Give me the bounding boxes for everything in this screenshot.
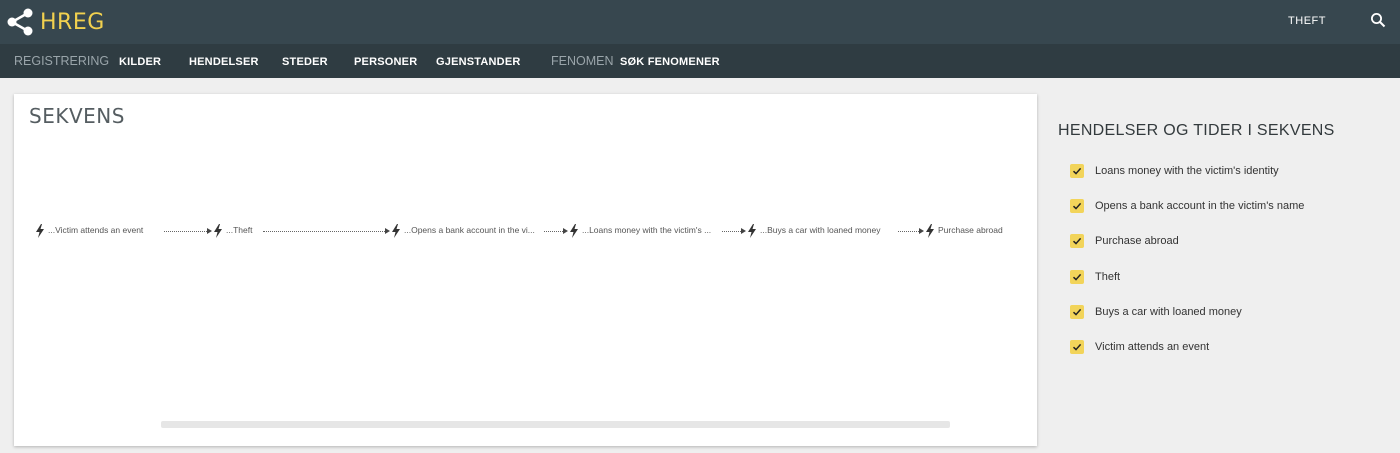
timeline-event-label[interactable]: ...Theft	[226, 225, 252, 235]
timeline-event-label[interactable]: Purchase abroad	[938, 225, 1003, 235]
event-label: Theft	[1095, 270, 1121, 283]
event-bolt-icon[interactable]	[925, 224, 935, 243]
timeline-event-label[interactable]: ...Victim attends an event	[48, 225, 143, 235]
app-title: HREG	[40, 9, 105, 35]
timeline-arrowhead	[919, 228, 924, 234]
timeline-event-label[interactable]: ...Loans money with the victim's ...	[582, 225, 711, 235]
timeline-arrowhead	[741, 228, 746, 234]
nav-group-registrering: REGISTRERING	[14, 54, 110, 68]
timeline-event-label[interactable]: ...Buys a car with loaned money	[760, 225, 880, 235]
event-label: Opens a bank account in the victim's nam…	[1095, 200, 1305, 213]
timeline-connector	[544, 231, 563, 232]
event-bolt-icon[interactable]	[747, 224, 757, 243]
timeline-arrowhead	[563, 228, 568, 234]
nav-bar: REGISTRERING KILDER HENDELSER STEDER PER…	[0, 44, 1400, 78]
event-bolt-icon[interactable]	[569, 224, 579, 243]
timeline-connector	[898, 231, 919, 232]
nav-group-fenomen: FENOMEN	[551, 54, 614, 68]
event-checkbox-row[interactable]: Theft	[1070, 268, 1120, 286]
timeline-arrowhead	[385, 228, 390, 234]
event-label: Loans money with the victim's identity	[1095, 165, 1279, 177]
event-checkbox-row[interactable]: Loans money with the victim's identity	[1070, 162, 1279, 180]
event-checkbox[interactable]	[1070, 269, 1084, 284]
event-bolt-icon[interactable]	[35, 224, 45, 243]
event-checkbox-row[interactable]: Purchase abroad	[1070, 232, 1179, 250]
event-label: Purchase abroad	[1095, 235, 1179, 248]
timeline-event-label[interactable]: ...Opens a bank account in the vi...	[404, 225, 535, 235]
event-label: Victim attends an event	[1095, 341, 1210, 353]
nav-item-gjenstander[interactable]: GJENSTANDER	[436, 56, 521, 68]
horizontal-scrollbar[interactable]	[161, 421, 950, 428]
event-checkbox-row[interactable]: Buys a car with loaned money	[1070, 303, 1242, 321]
share-icon	[6, 8, 36, 36]
sequence-card: SEKVENS ...Victim attends an event ...The…	[14, 94, 1037, 446]
theft-link[interactable]: THEFT	[1288, 15, 1326, 27]
event-bolt-icon[interactable]	[391, 224, 401, 243]
nav-item-kilder[interactable]: KILDER	[119, 56, 161, 68]
event-bolt-icon[interactable]	[213, 224, 223, 243]
search-icon[interactable]	[1370, 12, 1386, 33]
card-title: SEKVENS	[29, 104, 125, 128]
nav-item-sok-fenomener[interactable]: SØK FENOMENER	[620, 56, 720, 68]
event-label: Buys a car with loaned money	[1095, 305, 1242, 318]
timeline-connector	[263, 231, 385, 232]
event-checkbox[interactable]	[1070, 164, 1084, 178]
event-checkbox[interactable]	[1070, 304, 1084, 319]
home-logo[interactable]: HREG	[6, 8, 105, 36]
timeline-arrowhead	[207, 228, 212, 234]
nav-item-personer[interactable]: PERSONER	[354, 56, 417, 68]
top-app-bar: HREG THEFT	[0, 0, 1400, 44]
timeline-connector	[722, 231, 741, 232]
event-checkbox[interactable]	[1070, 199, 1084, 214]
nav-item-hendelser[interactable]: HENDELSER	[189, 56, 259, 68]
timeline-connector	[164, 231, 207, 232]
sequence-timeline[interactable]: ...Victim attends an event ...Theft ...Ope…	[14, 214, 1037, 254]
nav-item-steder[interactable]: STEDER	[282, 56, 328, 68]
event-checkbox-row[interactable]: Opens a bank account in the victim's nam…	[1070, 197, 1304, 215]
event-checkbox[interactable]	[1070, 340, 1084, 354]
event-checkbox-row[interactable]: Victim attends an event	[1070, 338, 1209, 356]
side-panel-title: HENDELSER OG TIDER I SEKVENS	[1058, 122, 1335, 139]
event-checkbox[interactable]	[1070, 234, 1084, 249]
